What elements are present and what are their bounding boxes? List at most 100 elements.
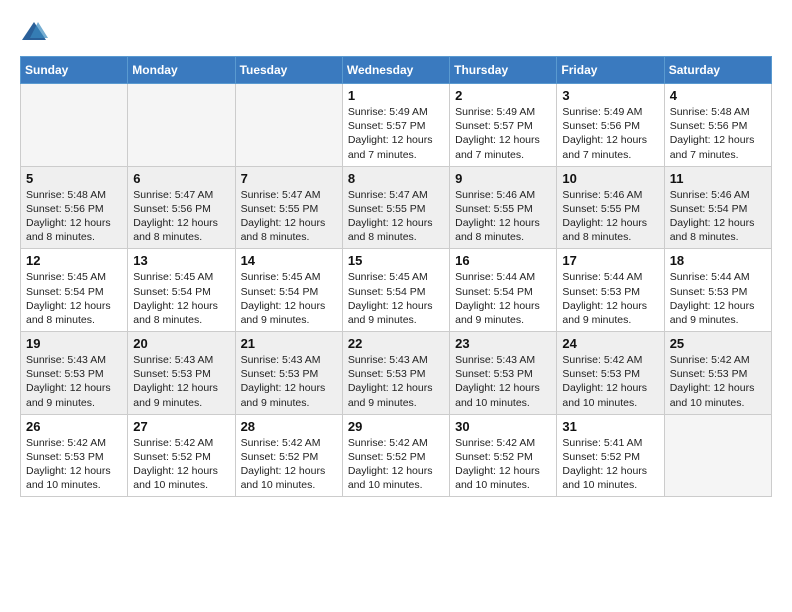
weekday-header-sunday: Sunday xyxy=(21,57,128,84)
calendar-cell: 11 Sunrise: 5:46 AM Sunset: 5:54 PM Dayli… xyxy=(664,166,771,249)
cell-text: Sunrise: 5:46 AM Sunset: 5:55 PM Dayligh… xyxy=(455,188,551,245)
day-number: 20 xyxy=(133,336,229,351)
cell-text: Sunrise: 5:42 AM Sunset: 5:53 PM Dayligh… xyxy=(562,353,658,410)
cell-text: Sunrise: 5:44 AM Sunset: 5:54 PM Dayligh… xyxy=(455,270,551,327)
calendar-cell: 4 Sunrise: 5:48 AM Sunset: 5:56 PM Daylig… xyxy=(664,84,771,167)
weekday-header-monday: Monday xyxy=(128,57,235,84)
cell-text: Sunrise: 5:42 AM Sunset: 5:53 PM Dayligh… xyxy=(26,436,122,493)
calendar-week-row: 12Sunrise: 5:45 AM Sunset: 5:54 PM Dayli… xyxy=(21,249,772,332)
cell-text: Sunrise: 5:44 AM Sunset: 5:53 PM Dayligh… xyxy=(562,270,658,327)
calendar-cell: 24 Sunrise: 5:42 AM Sunset: 5:53 PM Dayli… xyxy=(557,332,664,415)
calendar-cell: 3 Sunrise: 5:49 AM Sunset: 5:56 PM Daylig… xyxy=(557,84,664,167)
calendar-cell: 29Sunrise: 5:42 AM Sunset: 5:52 PM Dayli… xyxy=(342,414,449,497)
cell-text: Sunrise: 5:42 AM Sunset: 5:52 PM Dayligh… xyxy=(241,436,337,493)
calendar-cell: 25 Sunrise: 5:42 AM Sunset: 5:53 PM Dayli… xyxy=(664,332,771,415)
calendar-cell: 15 Sunrise: 5:45 AM Sunset: 5:54 PM Dayli… xyxy=(342,249,449,332)
day-number: 26 xyxy=(26,419,122,434)
calendar-cell: 9Sunrise: 5:46 AM Sunset: 5:55 PM Daylig… xyxy=(450,166,557,249)
cell-text: Sunrise: 5:45 AM Sunset: 5:54 PM Dayligh… xyxy=(133,270,229,327)
cell-text: Sunrise: 5:49 AM Sunset: 5:57 PM Dayligh… xyxy=(455,105,551,162)
weekday-header-wednesday: Wednesday xyxy=(342,57,449,84)
weekday-header-thursday: Thursday xyxy=(450,57,557,84)
cell-text: Sunrise: 5:42 AM Sunset: 5:52 PM Dayligh… xyxy=(133,436,229,493)
weekday-header-row: SundayMondayTuesdayWednesdayThursdayFrid… xyxy=(21,57,772,84)
calendar-cell: 2 Sunrise: 5:49 AM Sunset: 5:57 PM Daylig… xyxy=(450,84,557,167)
cell-text: Sunrise: 5:47 AM Sunset: 5:56 PM Dayligh… xyxy=(133,188,229,245)
calendar-cell: 30Sunrise: 5:42 AM Sunset: 5:52 PM Dayli… xyxy=(450,414,557,497)
cell-text: Sunrise: 5:44 AM Sunset: 5:53 PM Dayligh… xyxy=(670,270,766,327)
calendar-cell: 17Sunrise: 5:44 AM Sunset: 5:53 PM Dayli… xyxy=(557,249,664,332)
calendar-cell: 14Sunrise: 5:45 AM Sunset: 5:54 PM Dayli… xyxy=(235,249,342,332)
calendar-week-row: 19 Sunrise: 5:43 AM Sunset: 5:53 PM Dayli… xyxy=(21,332,772,415)
day-number: 22 xyxy=(348,336,444,351)
calendar-cell: 21 Sunrise: 5:43 AM Sunset: 5:53 PM Dayli… xyxy=(235,332,342,415)
calendar: SundayMondayTuesdayWednesdayThursdayFrid… xyxy=(20,56,772,497)
day-number: 25 xyxy=(670,336,766,351)
cell-text: Sunrise: 5:49 AM Sunset: 5:56 PM Dayligh… xyxy=(562,105,658,162)
weekday-header-saturday: Saturday xyxy=(664,57,771,84)
cell-text: Sunrise: 5:49 AM Sunset: 5:57 PM Dayligh… xyxy=(348,105,444,162)
day-number: 23 xyxy=(455,336,551,351)
day-number: 8 xyxy=(348,171,444,186)
cell-text: Sunrise: 5:45 AM Sunset: 5:54 PM Dayligh… xyxy=(241,270,337,327)
cell-text: Sunrise: 5:46 AM Sunset: 5:54 PM Dayligh… xyxy=(670,188,766,245)
calendar-cell: 5Sunrise: 5:48 AM Sunset: 5:56 PM Daylig… xyxy=(21,166,128,249)
day-number: 27 xyxy=(133,419,229,434)
day-number: 18 xyxy=(670,253,766,268)
cell-text: Sunrise: 5:42 AM Sunset: 5:52 PM Dayligh… xyxy=(348,436,444,493)
day-number: 15 xyxy=(348,253,444,268)
cell-text: Sunrise: 5:43 AM Sunset: 5:53 PM Dayligh… xyxy=(455,353,551,410)
day-number: 2 xyxy=(455,88,551,103)
day-number: 4 xyxy=(670,88,766,103)
calendar-cell xyxy=(21,84,128,167)
calendar-cell: 13 Sunrise: 5:45 AM Sunset: 5:54 PM Dayli… xyxy=(128,249,235,332)
day-number: 6 xyxy=(133,171,229,186)
cell-text: Sunrise: 5:47 AM Sunset: 5:55 PM Dayligh… xyxy=(241,188,337,245)
header xyxy=(20,16,772,46)
calendar-cell: 10 Sunrise: 5:46 AM Sunset: 5:55 PM Dayli… xyxy=(557,166,664,249)
cell-text: Sunrise: 5:41 AM Sunset: 5:52 PM Dayligh… xyxy=(562,436,658,493)
calendar-cell: 23 Sunrise: 5:43 AM Sunset: 5:53 PM Dayli… xyxy=(450,332,557,415)
cell-text: Sunrise: 5:43 AM Sunset: 5:53 PM Dayligh… xyxy=(241,353,337,410)
day-number: 19 xyxy=(26,336,122,351)
calendar-week-row: 1 Sunrise: 5:49 AM Sunset: 5:57 PM Daylig… xyxy=(21,84,772,167)
day-number: 11 xyxy=(670,171,766,186)
cell-text: Sunrise: 5:45 AM Sunset: 5:54 PM Dayligh… xyxy=(348,270,444,327)
cell-text: Sunrise: 5:42 AM Sunset: 5:53 PM Dayligh… xyxy=(670,353,766,410)
calendar-week-row: 5Sunrise: 5:48 AM Sunset: 5:56 PM Daylig… xyxy=(21,166,772,249)
day-number: 28 xyxy=(241,419,337,434)
day-number: 13 xyxy=(133,253,229,268)
calendar-cell: 31 Sunrise: 5:41 AM Sunset: 5:52 PM Dayli… xyxy=(557,414,664,497)
calendar-cell: 16 Sunrise: 5:44 AM Sunset: 5:54 PM Dayli… xyxy=(450,249,557,332)
day-number: 24 xyxy=(562,336,658,351)
calendar-cell: 7 Sunrise: 5:47 AM Sunset: 5:55 PM Daylig… xyxy=(235,166,342,249)
cell-text: Sunrise: 5:43 AM Sunset: 5:53 PM Dayligh… xyxy=(26,353,122,410)
calendar-cell: 12Sunrise: 5:45 AM Sunset: 5:54 PM Dayli… xyxy=(21,249,128,332)
day-number: 10 xyxy=(562,171,658,186)
calendar-cell: 18 Sunrise: 5:44 AM Sunset: 5:53 PM Dayli… xyxy=(664,249,771,332)
calendar-cell: 28 Sunrise: 5:42 AM Sunset: 5:52 PM Dayli… xyxy=(235,414,342,497)
calendar-cell: 19 Sunrise: 5:43 AM Sunset: 5:53 PM Dayli… xyxy=(21,332,128,415)
day-number: 31 xyxy=(562,419,658,434)
cell-text: Sunrise: 5:43 AM Sunset: 5:53 PM Dayligh… xyxy=(348,353,444,410)
logo-area xyxy=(20,16,52,46)
day-number: 5 xyxy=(26,171,122,186)
day-number: 30 xyxy=(455,419,551,434)
day-number: 1 xyxy=(348,88,444,103)
cell-text: Sunrise: 5:47 AM Sunset: 5:55 PM Dayligh… xyxy=(348,188,444,245)
cell-text: Sunrise: 5:45 AM Sunset: 5:54 PM Dayligh… xyxy=(26,270,122,327)
calendar-cell xyxy=(128,84,235,167)
day-number: 21 xyxy=(241,336,337,351)
cell-text: Sunrise: 5:43 AM Sunset: 5:53 PM Dayligh… xyxy=(133,353,229,410)
weekday-header-friday: Friday xyxy=(557,57,664,84)
day-number: 3 xyxy=(562,88,658,103)
calendar-cell: 26 Sunrise: 5:42 AM Sunset: 5:53 PM Dayli… xyxy=(21,414,128,497)
calendar-cell: 20 Sunrise: 5:43 AM Sunset: 5:53 PM Dayli… xyxy=(128,332,235,415)
cell-text: Sunrise: 5:48 AM Sunset: 5:56 PM Dayligh… xyxy=(670,105,766,162)
cell-text: Sunrise: 5:46 AM Sunset: 5:55 PM Dayligh… xyxy=(562,188,658,245)
weekday-header-tuesday: Tuesday xyxy=(235,57,342,84)
calendar-cell: 22 Sunrise: 5:43 AM Sunset: 5:53 PM Dayli… xyxy=(342,332,449,415)
day-number: 7 xyxy=(241,171,337,186)
day-number: 16 xyxy=(455,253,551,268)
calendar-cell: 8 Sunrise: 5:47 AM Sunset: 5:55 PM Daylig… xyxy=(342,166,449,249)
